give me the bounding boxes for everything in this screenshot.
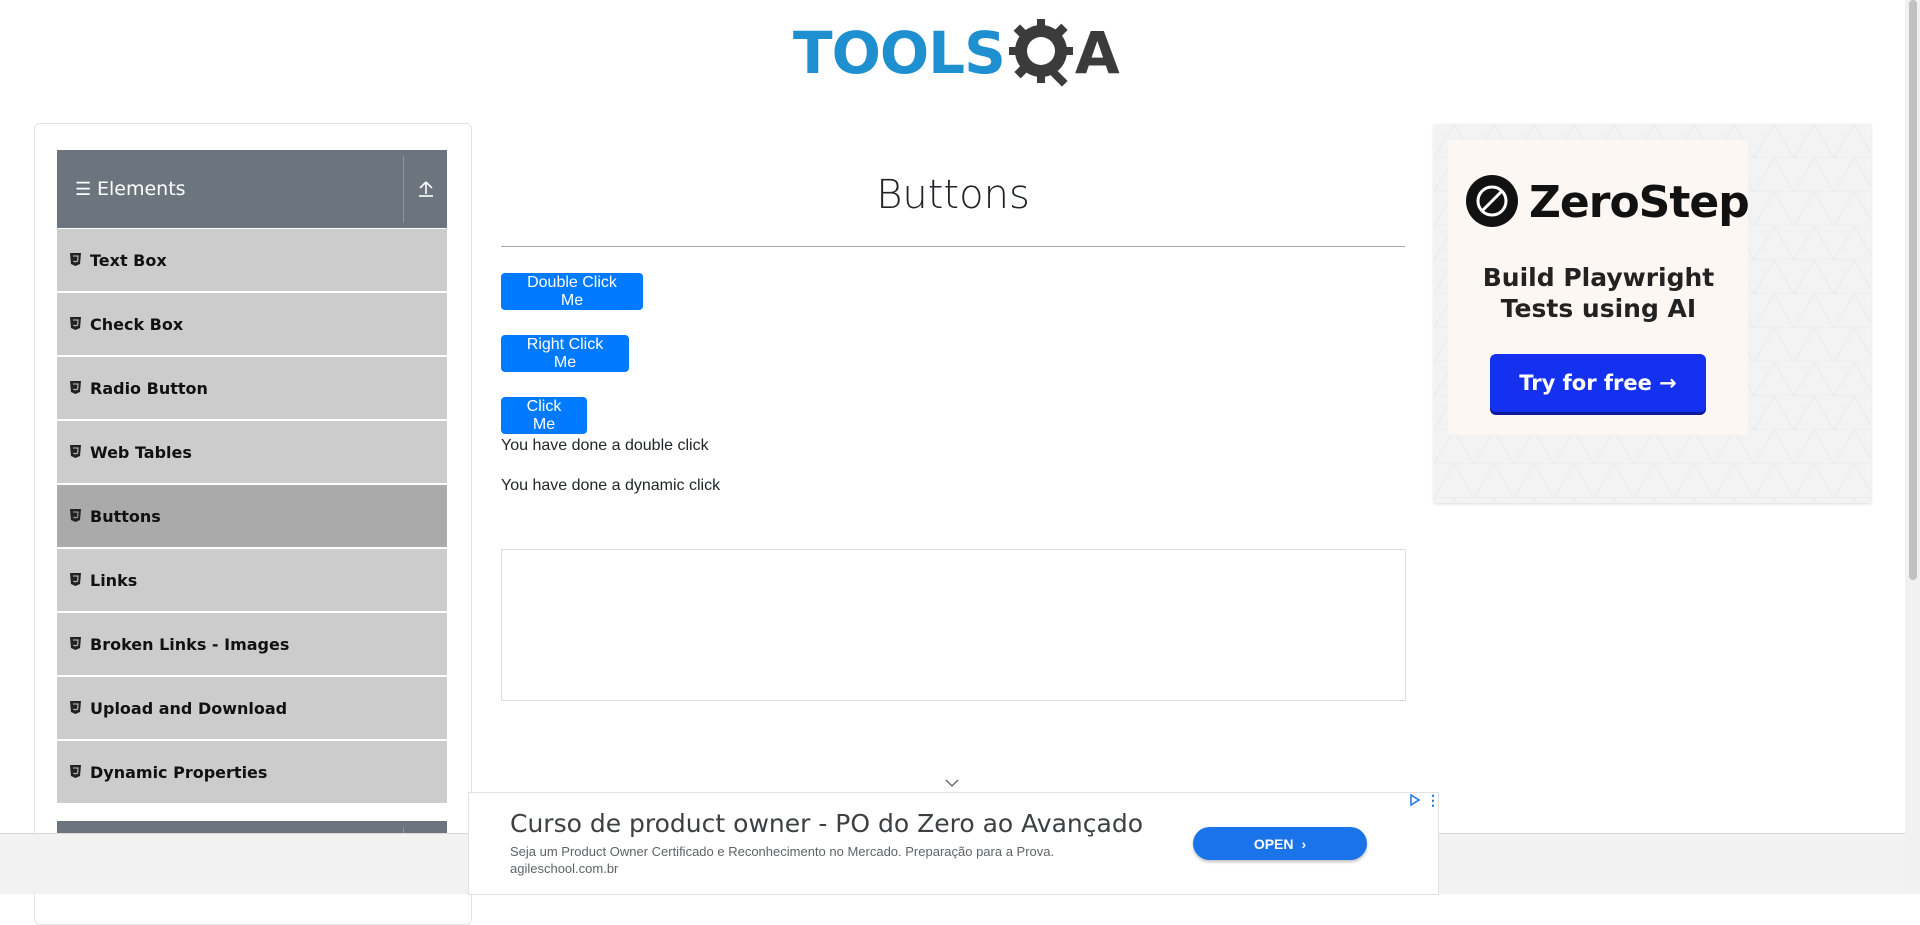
left-panel: ☰ Elements Text Box Check Box Radio Butt… [34,123,472,925]
ad-description: Seja um Product Owner Certificado e Reco… [510,844,1055,859]
content-placeholder-box [501,549,1406,701]
zerostep-ad[interactable]: ZeroStep Build Playwright Tests using AI… [1434,124,1871,503]
header-divider [403,156,404,222]
page-title: Buttons [876,172,1030,218]
sidebar-item-upload-download[interactable]: Upload and Download [57,677,447,739]
sidebar-item-text-box[interactable]: Text Box [57,229,447,291]
chevron-down-icon[interactable] [943,776,961,790]
ad-tagline: Build Playwright Tests using AI [1434,262,1763,324]
sidebar-item-label: Check Box [90,314,184,334]
title-divider [501,246,1405,247]
sidebar-item-label: Upload and Download [90,698,288,718]
html5-icon [70,763,84,782]
right-click-button[interactable]: Right Click Me [501,335,629,372]
elements-group-header[interactable]: ☰ Elements [57,150,447,228]
sidebar-item-dynamic-properties[interactable]: Dynamic Properties [57,741,447,803]
sidebar-item-label: Links [90,570,138,590]
dynamic-click-message: You have done a dynamic click [501,477,721,494]
logo-letter-a: A [1074,19,1120,87]
collapse-arrow-icon[interactable] [415,178,437,200]
sidebar-item-check-box[interactable]: Check Box [57,293,447,355]
sidebar-item-label: Dynamic Properties [90,762,268,782]
double-click-button[interactable]: Double Click Me [501,273,643,310]
html5-icon [70,635,84,654]
ad-open-label: OPEN [1253,835,1294,852]
ad-tagline-line2: Tests using AI [1500,294,1697,323]
sidebar-item-links[interactable]: Links [57,549,447,611]
bars-icon: ☰ [75,178,92,199]
page-scrollbar[interactable] [1905,0,1920,893]
html5-icon [70,443,84,462]
sidebar-item-label: Web Tables [90,442,192,462]
try-for-free-button[interactable]: Try for free → [1490,354,1706,412]
elements-menu: Text Box Check Box Radio Button Web Tabl… [57,229,447,805]
html5-icon [70,571,84,590]
ad-title[interactable]: Curso de product owner - PO do Zero ao A… [510,809,1143,838]
gear-magnifier-icon [1008,19,1073,87]
sidebar-item-label: Text Box [90,250,167,270]
ad-url[interactable]: agileschool.com.br [510,861,618,876]
html5-icon [70,699,84,718]
sidebar-item-buttons[interactable]: Buttons [57,485,447,547]
ad-menu-icon[interactable]: ⋮ [1426,793,1440,807]
double-click-message: You have done a double click [501,437,709,454]
sidebar-item-label: Radio Button [90,378,208,398]
bottom-ad[interactable]: Curso de product owner - PO do Zero ao A… [468,792,1440,895]
sidebar-item-label: Buttons [90,506,161,526]
sidebar-item-radio-button[interactable]: Radio Button [57,357,447,419]
sidebar-item-web-tables[interactable]: Web Tables [57,421,447,483]
click-me-button[interactable]: Click Me [501,397,587,434]
html5-icon [70,315,84,334]
chevron-right-icon: › [1301,835,1307,852]
html5-icon [70,507,84,526]
ad-open-button[interactable]: OPEN › [1193,827,1367,860]
sidebar-item-broken-links[interactable]: Broken Links - Images [57,613,447,675]
ad-choices-icon[interactable] [1408,793,1422,807]
scrollbar-thumb[interactable] [1909,0,1917,580]
logo-wordmark: TOOLS [793,19,1006,87]
ad-brand-name: ZeroStep [1529,177,1750,228]
ad-tagline-line1: Build Playwright [1482,263,1715,292]
toolsqa-logo[interactable]: TOOLS A [793,14,1120,92]
html5-icon [70,379,84,398]
zerostep-logo-icon [1466,175,1518,227]
sidebar-item-label: Broken Links - Images [90,634,290,654]
group-title: Elements [97,178,186,200]
html5-icon [70,251,84,270]
